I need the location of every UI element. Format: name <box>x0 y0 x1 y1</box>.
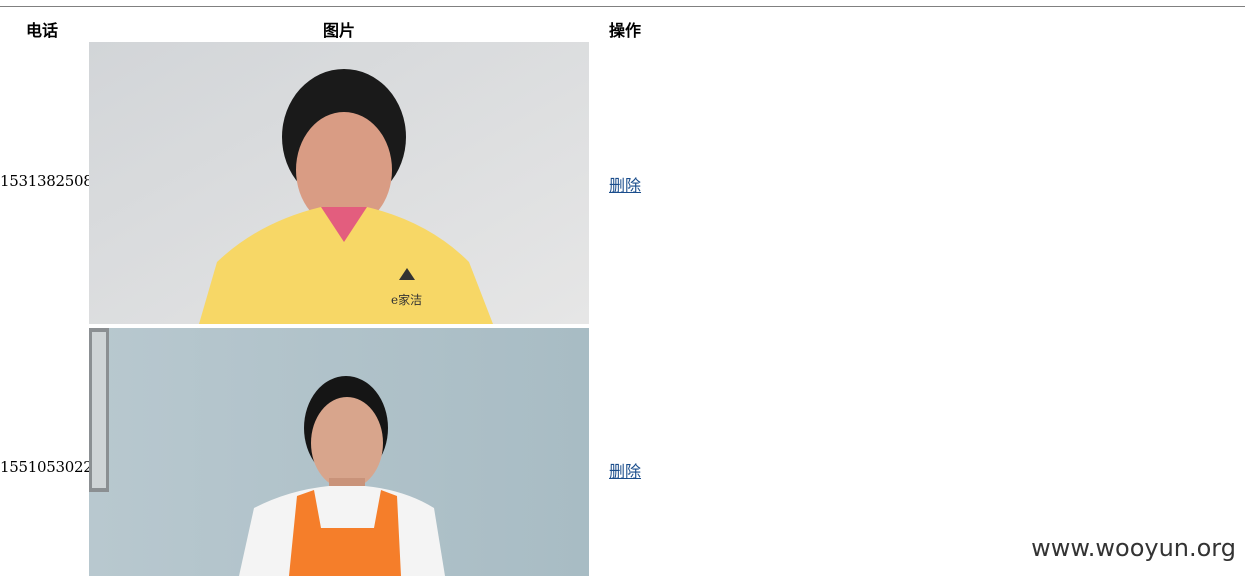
delete-link[interactable]: 删除 <box>609 458 641 482</box>
header-image: 图片 <box>323 21 356 40</box>
page: 电话 图片 操作 15313825081 e家洁 删除 15510530229 … <box>0 0 1245 576</box>
header-phone: 电话 <box>26 21 59 40</box>
photo-1: e家洁 <box>89 42 589 324</box>
watermark: www.wooyun.org <box>1031 534 1236 562</box>
phone-cell: 15313825081 <box>0 172 102 190</box>
photo-2 <box>89 328 589 576</box>
delete-link[interactable]: 删除 <box>609 172 641 196</box>
top-divider <box>0 6 1245 7</box>
shirt-logo-text: e家洁 <box>391 292 422 307</box>
phone-cell: 15510530229 <box>0 458 102 476</box>
header-actions: 操作 <box>609 21 642 40</box>
